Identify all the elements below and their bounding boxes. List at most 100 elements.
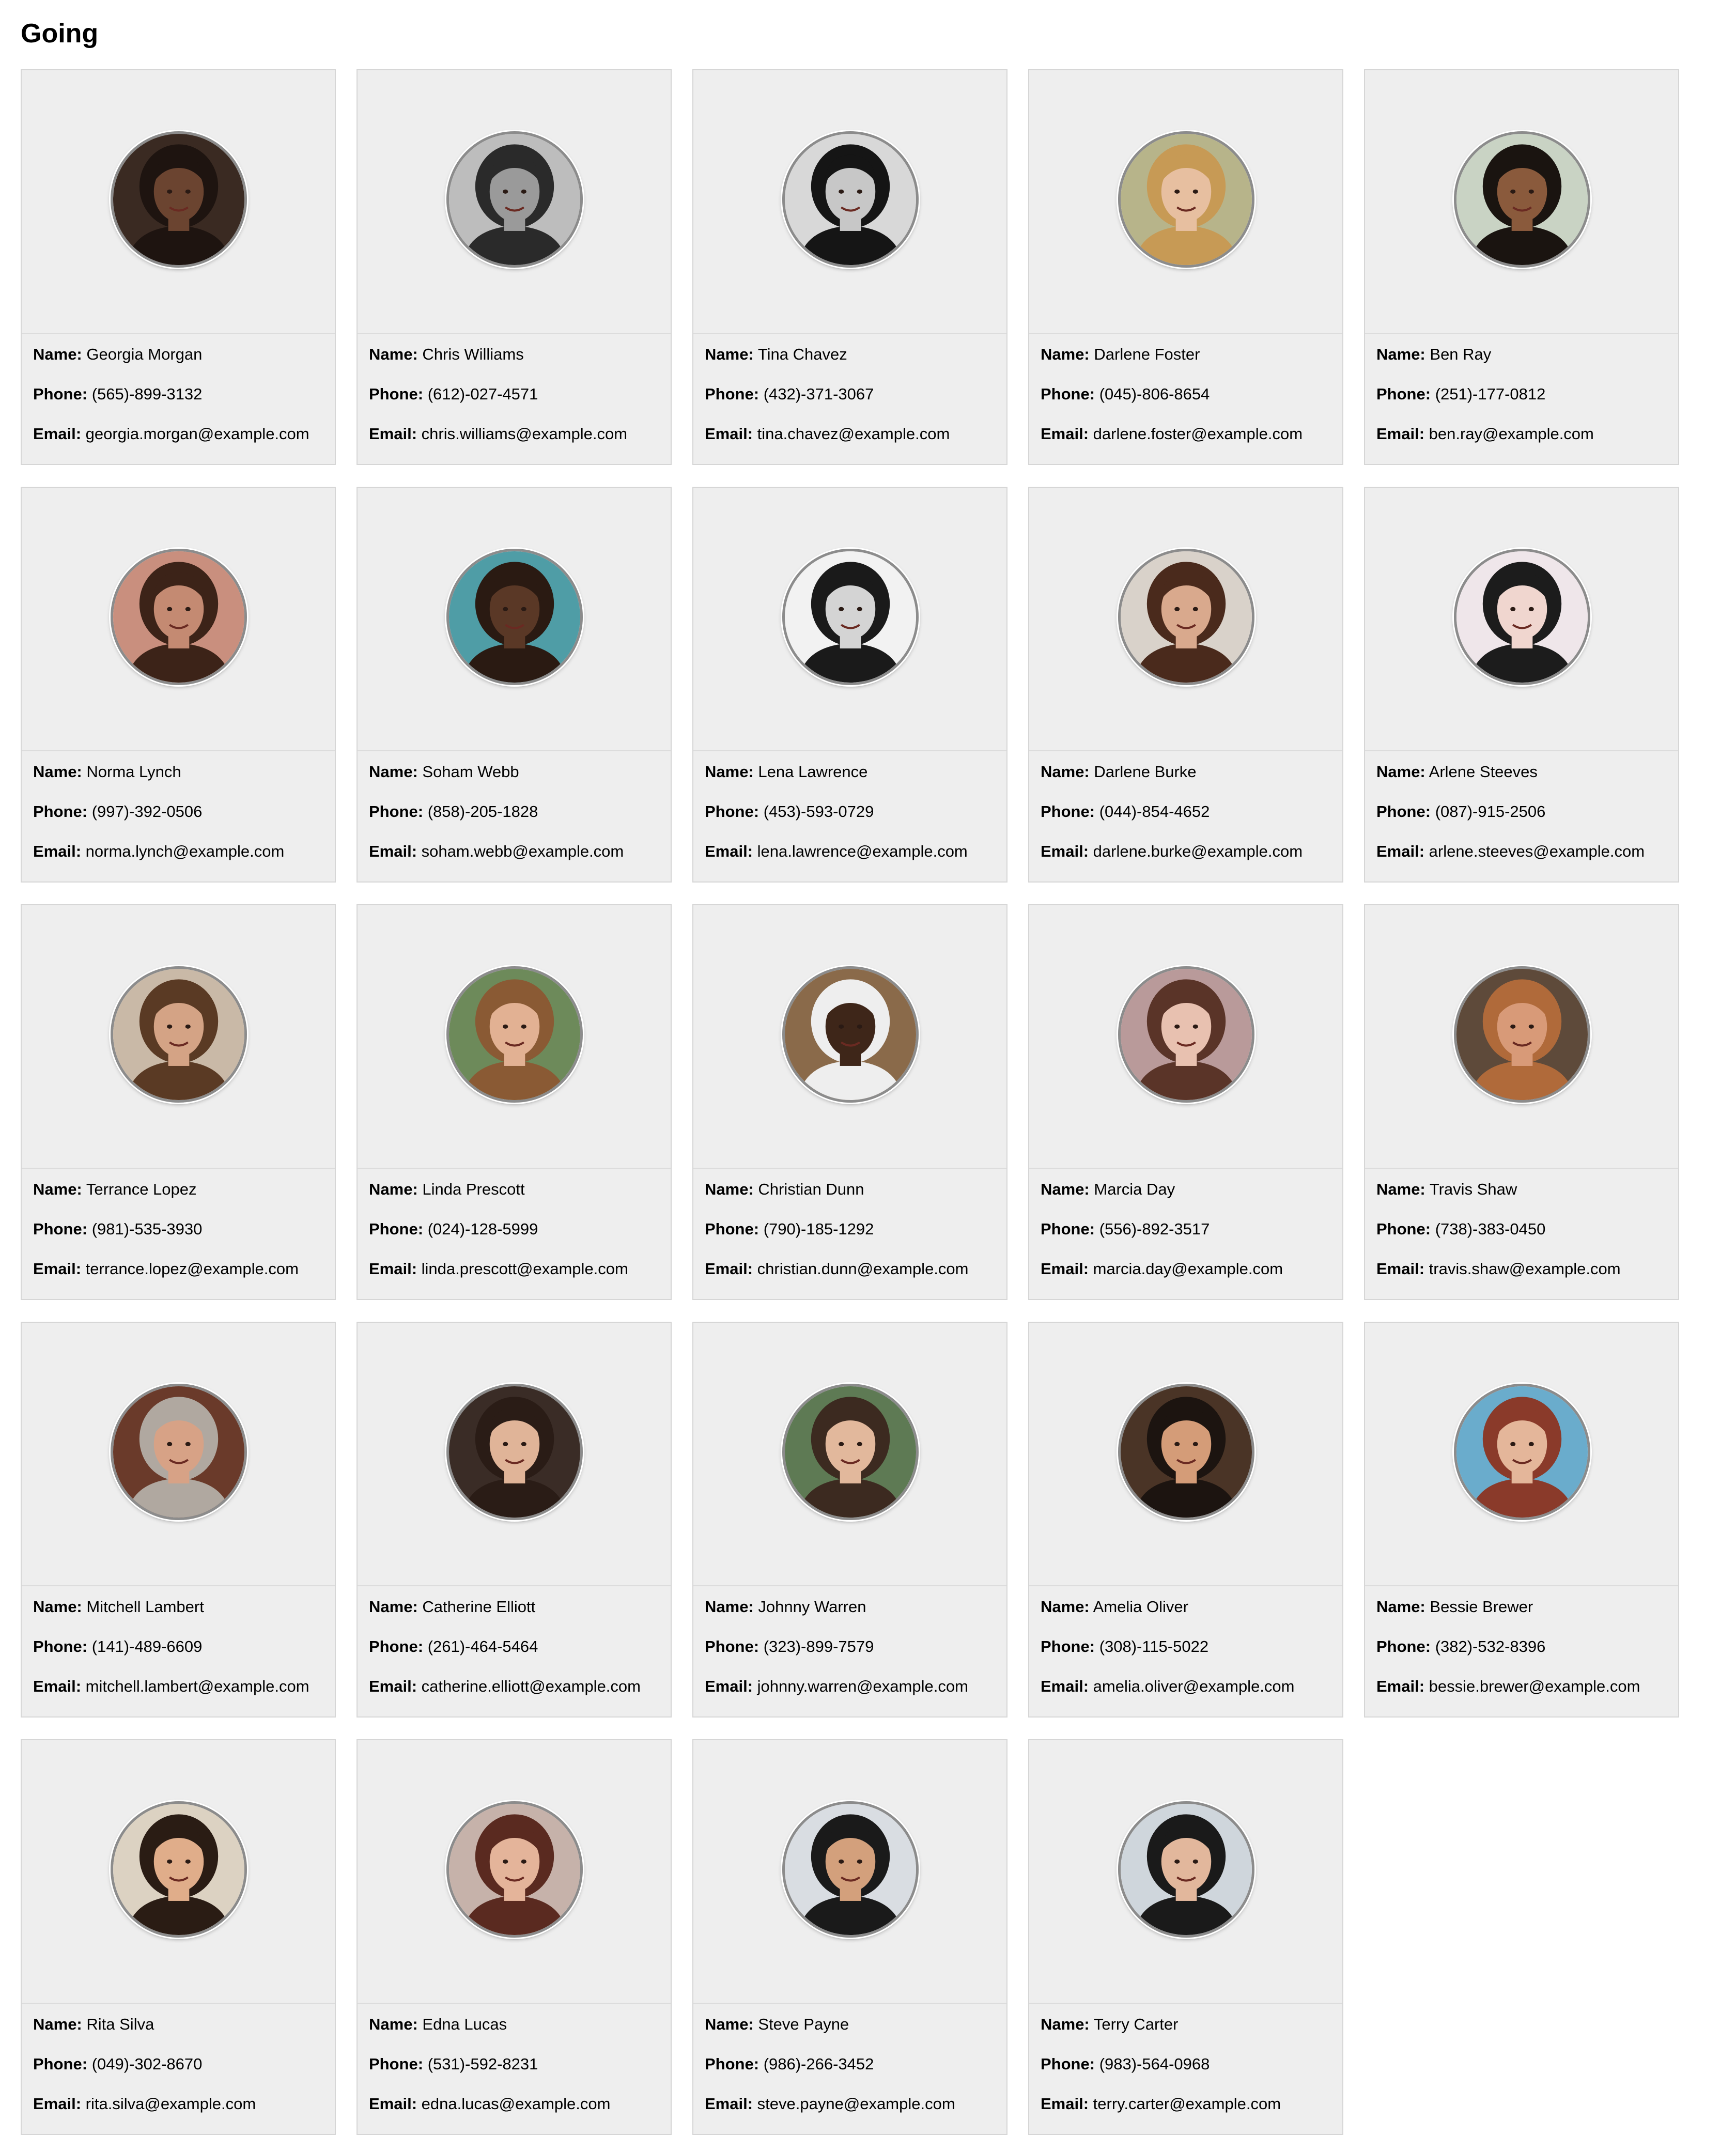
name-row: Name: Marcia Day [1041, 1179, 1331, 1200]
avatar[interactable] [111, 549, 247, 685]
phone-label: Phone: [705, 385, 760, 403]
name-value: Catherine Elliott [422, 1598, 536, 1616]
card-info: Name: Darlene Burke Phone: (044)-854-465… [1029, 751, 1342, 862]
attendee-card[interactable]: Name: Bessie Brewer Phone: (382)-532-839… [1364, 1322, 1679, 1718]
avatar-image [113, 969, 244, 1100]
email-row: Email: linda.prescott@example.com [369, 1259, 659, 1279]
card-photo-area [358, 488, 671, 751]
avatar[interactable] [446, 966, 583, 1103]
attendee-card[interactable]: Name: Darlene Burke Phone: (044)-854-465… [1028, 487, 1343, 883]
email-value: christian.dunn@example.com [757, 1260, 969, 1278]
card-photo-area [358, 905, 671, 1169]
phone-row: Phone: (981)-535-3930 [33, 1219, 323, 1240]
name-label: Name: [1376, 1598, 1425, 1616]
avatar[interactable] [1454, 966, 1590, 1103]
avatar[interactable] [1454, 131, 1590, 268]
attendee-card[interactable]: Name: Ben Ray Phone: (251)-177-0812 Emai… [1364, 69, 1679, 465]
attendee-card[interactable]: Name: Norma Lynch Phone: (997)-392-0506 … [21, 487, 336, 883]
attendee-card[interactable]: Name: Steve Payne Phone: (986)-266-3452 … [692, 1739, 1008, 2135]
avatar[interactable] [111, 1384, 247, 1520]
attendee-card[interactable]: Name: Tina Chavez Phone: (432)-371-3067 … [692, 69, 1008, 465]
email-label: Email: [1376, 842, 1425, 860]
phone-row: Phone: (141)-489-6609 [33, 1636, 323, 1657]
attendee-card[interactable]: Name: Marcia Day Phone: (556)-892-3517 E… [1028, 904, 1343, 1300]
email-value: darlene.burke@example.com [1093, 842, 1303, 860]
avatar[interactable] [782, 131, 919, 268]
email-row: Email: catherine.elliott@example.com [369, 1676, 659, 1697]
email-value: arlene.steeves@example.com [1429, 842, 1645, 860]
card-photo-area [1029, 1740, 1342, 2004]
email-value: linda.prescott@example.com [421, 1260, 628, 1278]
name-label: Name: [369, 345, 418, 363]
phone-row: Phone: (044)-854-4652 [1041, 801, 1331, 822]
attendee-card[interactable]: Name: Georgia Morgan Phone: (565)-899-31… [21, 69, 336, 465]
name-value: Johnny Warren [758, 1598, 866, 1616]
email-label: Email: [705, 425, 753, 443]
attendee-card[interactable]: Name: Soham Webb Phone: (858)-205-1828 E… [357, 487, 672, 883]
avatar[interactable] [782, 1801, 919, 1938]
avatar[interactable] [782, 549, 919, 685]
avatar-image [785, 551, 916, 683]
email-value: johnny.warren@example.com [757, 1677, 968, 1695]
attendee-card[interactable]: Name: Travis Shaw Phone: (738)-383-0450 … [1364, 904, 1679, 1300]
name-row: Name: Bessie Brewer [1376, 1597, 1667, 1617]
attendee-card[interactable]: Name: Amelia Oliver Phone: (308)-115-502… [1028, 1322, 1343, 1718]
card-photo-area [1365, 1323, 1678, 1586]
avatar[interactable] [1118, 549, 1254, 685]
name-label: Name: [705, 2015, 754, 2033]
name-row: Name: Darlene Burke [1041, 762, 1331, 782]
attendee-card[interactable]: Name: Rita Silva Phone: (049)-302-8670 E… [21, 1739, 336, 2135]
attendee-card[interactable]: Name: Arlene Steeves Phone: (087)-915-25… [1364, 487, 1679, 883]
name-row: Name: Steve Payne [705, 2014, 995, 2035]
attendee-card[interactable]: Name: Terry Carter Phone: (983)-564-0968… [1028, 1739, 1343, 2135]
page-title: Going [21, 19, 99, 49]
name-label: Name: [705, 345, 754, 363]
avatar[interactable] [1118, 1801, 1254, 1938]
avatar[interactable] [111, 966, 247, 1103]
avatar[interactable] [446, 1801, 583, 1938]
avatar[interactable] [1454, 1384, 1590, 1520]
attendee-card[interactable]: Name: Christian Dunn Phone: (790)-185-12… [692, 904, 1008, 1300]
phone-row: Phone: (024)-128-5999 [369, 1219, 659, 1240]
avatar-image [113, 1386, 244, 1518]
attendee-card[interactable]: Name: Linda Prescott Phone: (024)-128-59… [357, 904, 672, 1300]
attendee-card[interactable]: Name: Johnny Warren Phone: (323)-899-757… [692, 1322, 1008, 1718]
name-label: Name: [705, 1598, 754, 1616]
avatar[interactable] [1454, 549, 1590, 685]
card-info: Name: Marcia Day Phone: (556)-892-3517 E… [1029, 1169, 1342, 1279]
avatar[interactable] [1118, 131, 1254, 268]
attendee-card[interactable]: Name: Catherine Elliott Phone: (261)-464… [357, 1322, 672, 1718]
avatar[interactable] [1118, 966, 1254, 1103]
card-info: Name: Norma Lynch Phone: (997)-392-0506 … [22, 751, 335, 862]
attendee-card[interactable]: Name: Terrance Lopez Phone: (981)-535-39… [21, 904, 336, 1300]
phone-row: Phone: (983)-564-0968 [1041, 2054, 1331, 2075]
attendee-card[interactable]: Name: Edna Lucas Phone: (531)-592-8231 E… [357, 1739, 672, 2135]
card-info: Name: Travis Shaw Phone: (738)-383-0450 … [1365, 1169, 1678, 1279]
email-row: Email: darlene.burke@example.com [1041, 841, 1331, 862]
phone-row: Phone: (045)-806-8654 [1041, 384, 1331, 405]
name-row: Name: Tina Chavez [705, 344, 995, 365]
attendee-card[interactable]: Name: Chris Williams Phone: (612)-027-45… [357, 69, 672, 465]
attendee-card[interactable]: Name: Darlene Foster Phone: (045)-806-86… [1028, 69, 1343, 465]
avatar[interactable] [782, 966, 919, 1103]
phone-value: (983)-564-0968 [1099, 2055, 1210, 2073]
name-value: Georgia Morgan [86, 345, 203, 363]
avatar[interactable] [446, 549, 583, 685]
avatar-image [113, 134, 244, 265]
attendee-card[interactable]: Name: Mitchell Lambert Phone: (141)-489-… [21, 1322, 336, 1718]
card-photo-area [1029, 905, 1342, 1169]
name-label: Name: [33, 763, 82, 781]
avatar[interactable] [782, 1384, 919, 1520]
phone-label: Phone: [1041, 2055, 1095, 2073]
name-label: Name: [705, 1180, 754, 1198]
avatar[interactable] [446, 131, 583, 268]
avatar[interactable] [111, 131, 247, 268]
email-label: Email: [1376, 1677, 1425, 1695]
avatar[interactable] [1118, 1384, 1254, 1520]
name-row: Name: Darlene Foster [1041, 344, 1331, 365]
avatar[interactable] [446, 1384, 583, 1520]
email-label: Email: [33, 1677, 82, 1695]
attendee-card[interactable]: Name: Lena Lawrence Phone: (453)-593-072… [692, 487, 1008, 883]
name-row: Name: Amelia Oliver [1041, 1597, 1331, 1617]
avatar[interactable] [111, 1801, 247, 1938]
